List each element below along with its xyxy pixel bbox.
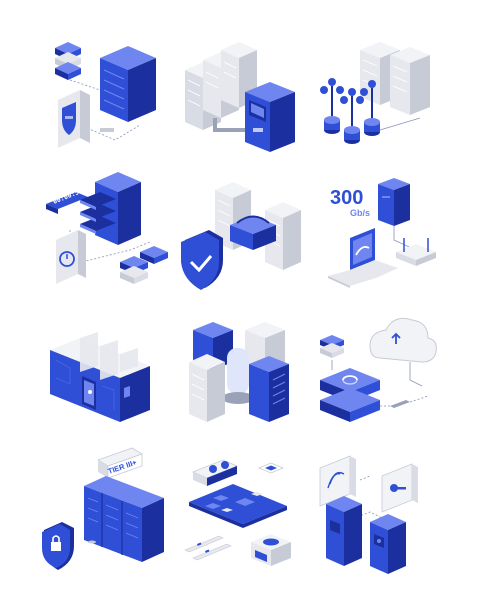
server-backup-timer-icon: 00:00:56 xyxy=(40,170,170,300)
server-access-control-icon xyxy=(310,450,440,580)
server-cooling-icon xyxy=(175,310,305,440)
server-network-cluster-icon xyxy=(310,30,440,160)
speed-value: 300 xyxy=(330,187,363,209)
datacenter-atm-icon xyxy=(175,30,305,160)
hardware-components-icon xyxy=(175,450,305,580)
secure-vault-door-icon xyxy=(40,310,170,440)
network-speed-icon: 300 Gb/s xyxy=(310,170,440,300)
server-storage-security-icon xyxy=(40,30,170,160)
tier-datacenter-icon: TIER III+ xyxy=(40,447,170,580)
speed-unit: Gb/s xyxy=(350,208,370,218)
server-power-shield-icon xyxy=(175,170,305,300)
cloud-sync-icon xyxy=(310,310,440,440)
isometric-icon-grid: 00:00:56 300 Gb/s TIER III+ xyxy=(0,0,481,608)
